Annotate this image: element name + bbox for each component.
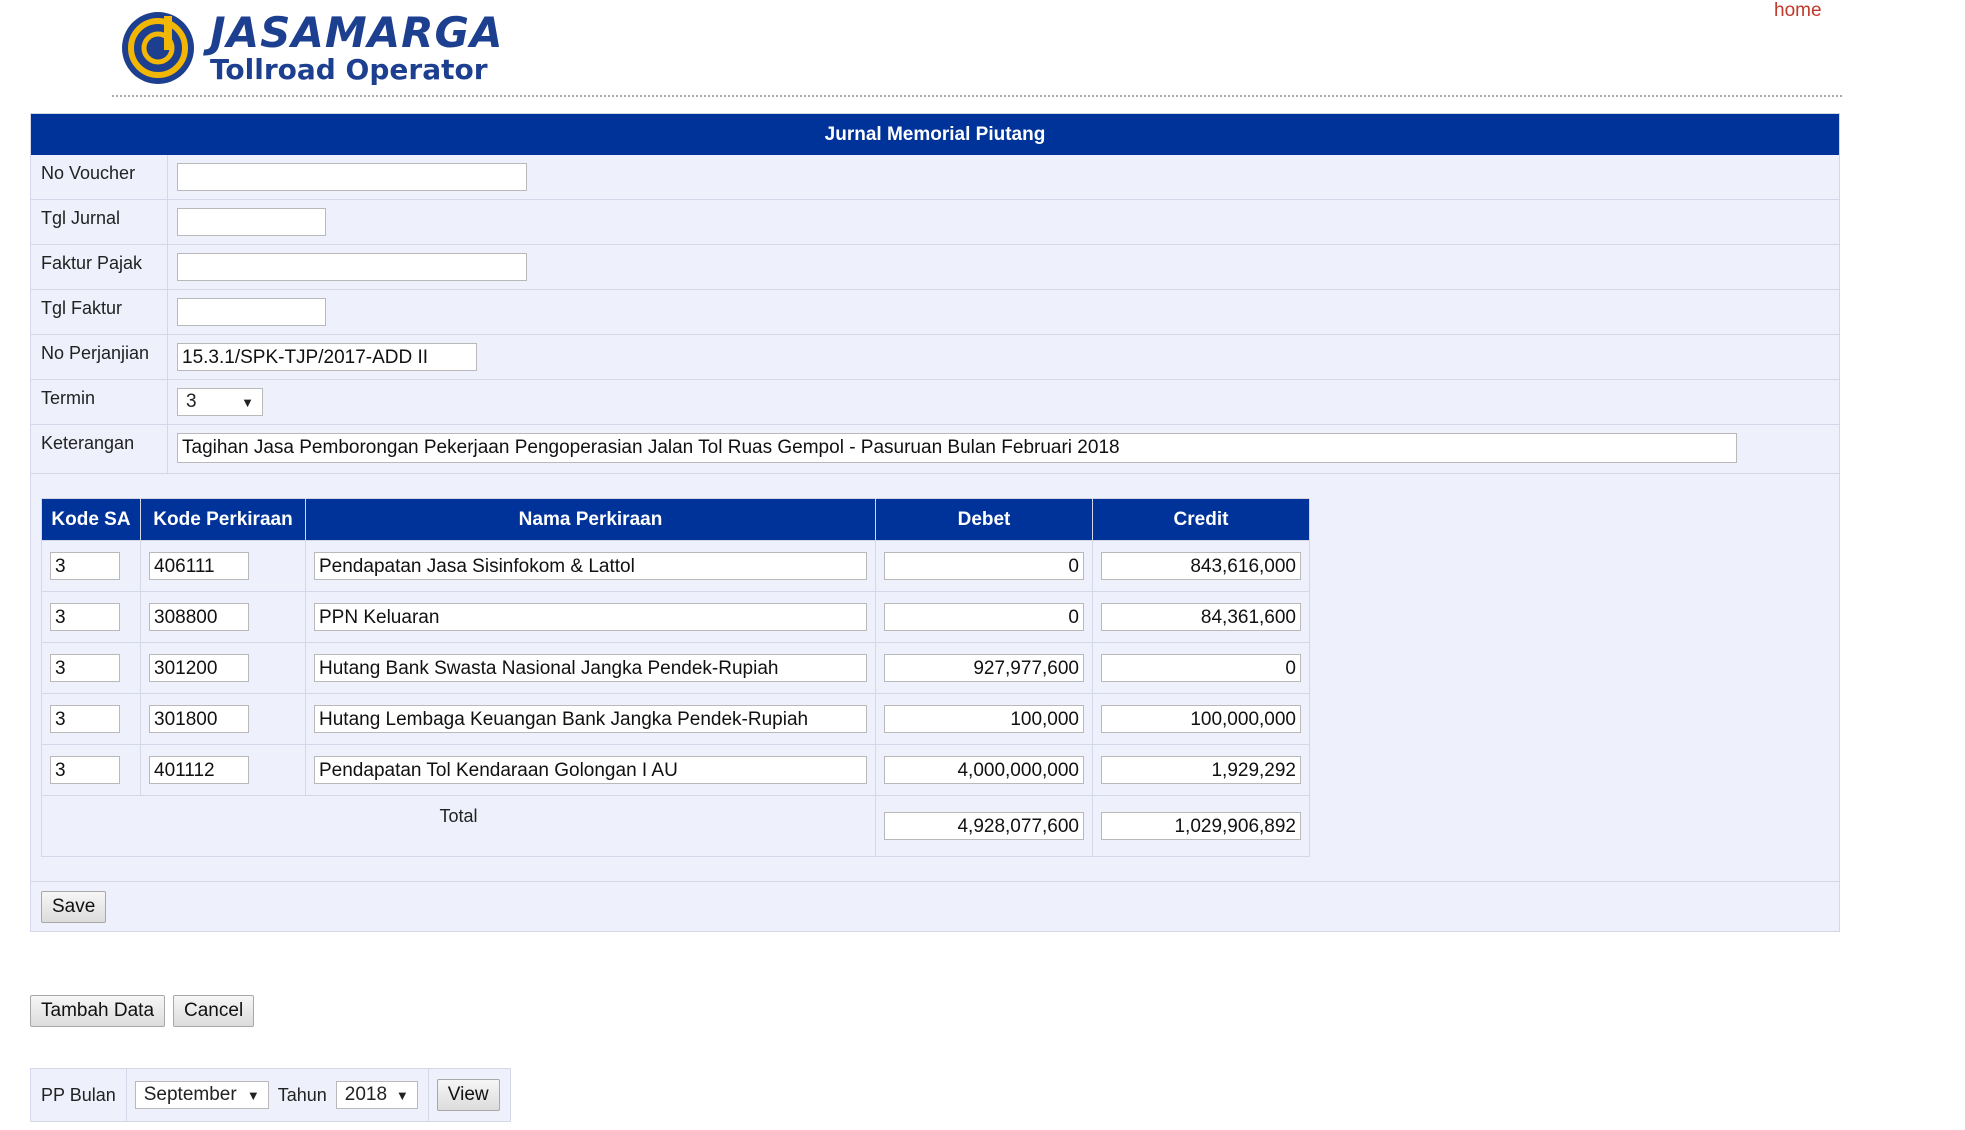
chevron-down-icon: ▼ xyxy=(241,394,254,410)
nama-perkiraan-input[interactable]: Pendapatan Tol Kendaraan Golongan I AU xyxy=(314,756,867,784)
chevron-down-icon: ▼ xyxy=(395,1087,409,1103)
pp-bulan-label: PP Bulan xyxy=(31,1069,127,1121)
total-credit-input: 1,029,906,892 xyxy=(1101,812,1301,840)
logo-subtitle: Tollroad Operator xyxy=(210,53,488,86)
no-voucher-input[interactable] xyxy=(177,163,527,191)
keterangan-input[interactable]: Tagihan Jasa Pemborongan Pekerjaan Pengo… xyxy=(177,433,1737,463)
total-label: Total xyxy=(41,795,876,857)
table-row: 3 301200 Hutang Bank Swasta Nasional Jan… xyxy=(41,642,1310,694)
chevron-down-icon: ▼ xyxy=(246,1087,260,1103)
termin-select[interactable]: 3 ▼ xyxy=(177,388,263,416)
nama-perkiraan-input[interactable]: PPN Keluaran xyxy=(314,603,867,631)
tgl-faktur-label: Tgl Faktur xyxy=(31,290,168,334)
bulan-value: September xyxy=(143,1084,237,1105)
nama-perkiraan-input[interactable]: Hutang Bank Swasta Nasional Jangka Pende… xyxy=(314,654,867,682)
header-divider xyxy=(112,95,1842,97)
form-title: Jurnal Memorial Piutang xyxy=(31,114,1839,155)
debet-input[interactable]: 4,000,000,000 xyxy=(884,756,1084,784)
credit-input[interactable]: 84,361,600 xyxy=(1101,603,1301,631)
debet-input[interactable]: 927,977,600 xyxy=(884,654,1084,682)
cancel-button[interactable]: Cancel xyxy=(173,995,255,1027)
bulan-select[interactable]: September ▼ xyxy=(134,1081,269,1109)
termin-label: Termin xyxy=(31,380,168,424)
kode-perkiraan-input[interactable]: 308800 xyxy=(149,603,249,631)
logo: JASAMARGA Tollroad Operator xyxy=(120,10,504,86)
tahun-label: Tahun xyxy=(277,1084,327,1105)
total-debet-input: 4,928,077,600 xyxy=(884,812,1084,840)
kode-sa-input[interactable]: 3 xyxy=(50,603,120,631)
row-tgl-jurnal: Tgl Jurnal xyxy=(31,200,1839,245)
tgl-jurnal-label: Tgl Jurnal xyxy=(31,200,168,244)
row-tgl-faktur: Tgl Faktur xyxy=(31,290,1839,335)
table-row: 3 308800 PPN Keluaran 0 84,361,600 xyxy=(41,591,1310,643)
col-debet: Debet xyxy=(875,498,1093,541)
termin-value: 3 xyxy=(186,391,197,412)
kode-sa-input[interactable]: 3 xyxy=(50,705,120,733)
no-perjanjian-label: No Perjanjian xyxy=(31,335,168,379)
detail-table: Kode SA Kode Perkiraan Nama Perkiraan De… xyxy=(41,498,1310,857)
nama-perkiraan-input[interactable]: Hutang Lembaga Keuangan Bank Jangka Pend… xyxy=(314,705,867,733)
no-perjanjian-input[interactable]: 15.3.1/SPK-TJP/2017-ADD II xyxy=(177,343,477,371)
nama-perkiraan-input[interactable]: Pendapatan Jasa Sisinfokom & Lattol xyxy=(314,552,867,580)
kode-perkiraan-input[interactable]: 301800 xyxy=(149,705,249,733)
debet-input[interactable]: 0 xyxy=(884,603,1084,631)
faktur-pajak-label: Faktur Pajak xyxy=(31,245,168,289)
kode-sa-input[interactable]: 3 xyxy=(50,654,120,682)
tambah-data-button[interactable]: Tambah Data xyxy=(30,995,166,1027)
table-row: 3 401112 Pendapatan Tol Kendaraan Golong… xyxy=(41,744,1310,796)
debet-input[interactable]: 100,000 xyxy=(884,705,1084,733)
col-kode-perkiraan: Kode Perkiraan xyxy=(140,498,306,541)
tgl-faktur-input[interactable] xyxy=(177,298,326,326)
detail-section: Kode SA Kode Perkiraan Nama Perkiraan De… xyxy=(31,474,1839,882)
table-row: 3 406111 Pendapatan Jasa Sisinfokom & La… xyxy=(41,540,1310,592)
row-keterangan: Keterangan Tagihan Jasa Pemborongan Peke… xyxy=(31,425,1839,474)
jasamarga-logo-icon xyxy=(122,12,194,84)
form-actions: Tambah Data Cancel xyxy=(30,995,255,1027)
kode-perkiraan-input[interactable]: 401112 xyxy=(149,756,249,784)
row-faktur-pajak: Faktur Pajak xyxy=(31,245,1839,290)
save-button[interactable]: Save xyxy=(41,891,107,923)
detail-header-row: Kode SA Kode Perkiraan Nama Perkiraan De… xyxy=(41,498,1310,541)
tahun-value: 2018 xyxy=(344,1084,388,1105)
faktur-pajak-input[interactable] xyxy=(177,253,527,281)
keterangan-label: Keterangan xyxy=(31,425,168,473)
kode-sa-input[interactable]: 3 xyxy=(50,552,120,580)
journal-form-panel: Jurnal Memorial Piutang No Voucher Tgl J… xyxy=(30,113,1840,932)
credit-input[interactable]: 0 xyxy=(1101,654,1301,682)
credit-input[interactable]: 1,929,292 xyxy=(1101,756,1301,784)
tahun-select[interactable]: 2018 ▼ xyxy=(335,1081,418,1109)
row-no-perjanjian: No Perjanjian 15.3.1/SPK-TJP/2017-ADD II xyxy=(31,335,1839,380)
debet-input[interactable]: 0 xyxy=(884,552,1084,580)
view-button[interactable]: View xyxy=(436,1079,500,1111)
col-kode-sa: Kode SA xyxy=(41,498,141,541)
no-voucher-label: No Voucher xyxy=(31,155,168,199)
tgl-jurnal-input[interactable] xyxy=(177,208,326,236)
logo-title: JASAMARGA xyxy=(210,8,504,57)
kode-sa-input[interactable]: 3 xyxy=(50,756,120,784)
kode-perkiraan-input[interactable]: 301200 xyxy=(149,654,249,682)
credit-input[interactable]: 843,616,000 xyxy=(1101,552,1301,580)
col-credit: Credit xyxy=(1092,498,1310,541)
col-nama-perkiraan: Nama Perkiraan xyxy=(305,498,876,541)
table-row: 3 301800 Hutang Lembaga Keuangan Bank Ja… xyxy=(41,693,1310,745)
credit-input[interactable]: 100,000,000 xyxy=(1101,705,1301,733)
period-filter: PP Bulan September ▼ Tahun 2018 ▼ View xyxy=(30,1068,511,1122)
row-no-voucher: No Voucher xyxy=(31,155,1839,200)
home-link[interactable]: home xyxy=(1774,0,1822,22)
save-row: Save xyxy=(31,882,1839,931)
row-termin: Termin 3 ▼ xyxy=(31,380,1839,425)
total-row: Total 4,928,077,600 1,029,906,892 xyxy=(41,795,1310,857)
kode-perkiraan-input[interactable]: 406111 xyxy=(149,552,249,580)
